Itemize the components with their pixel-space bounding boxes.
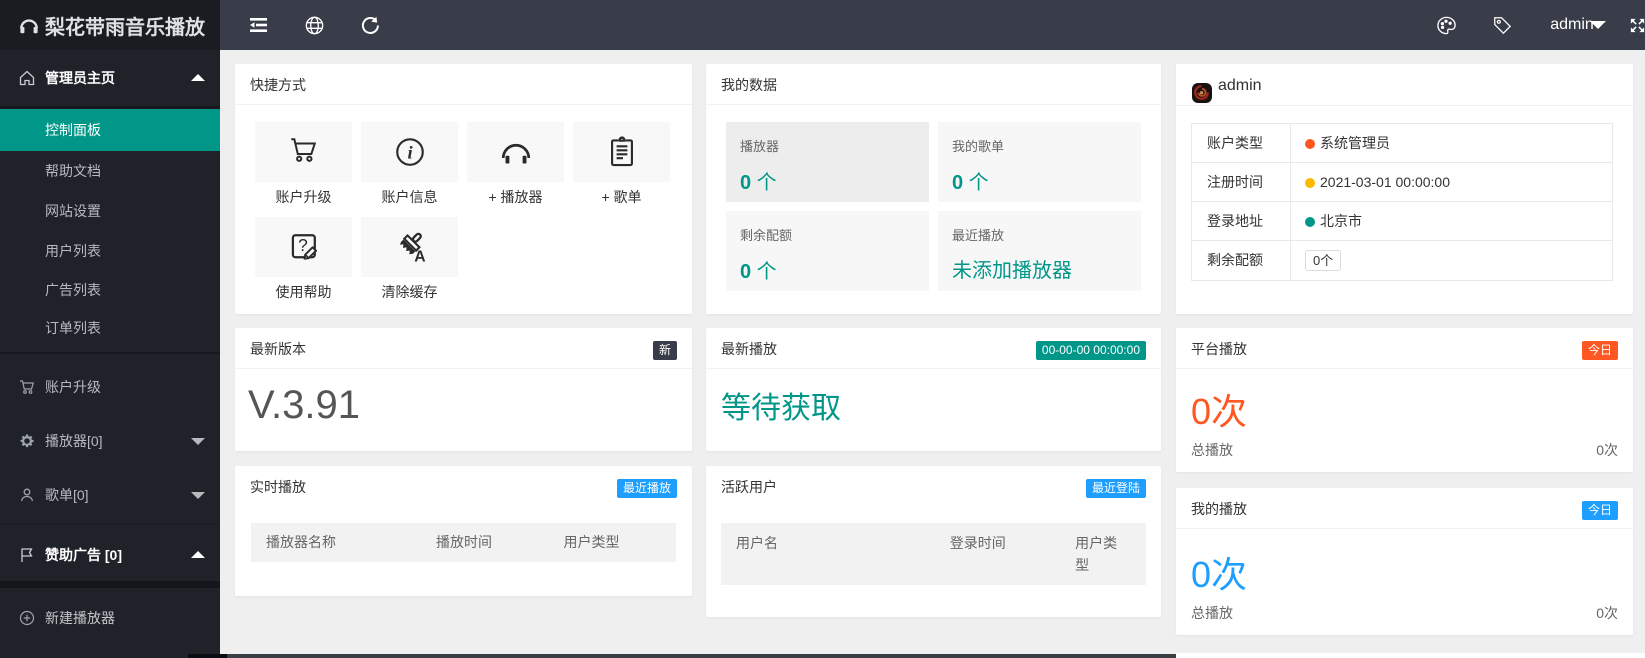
svg-text:i: i xyxy=(407,142,413,162)
svg-text:A: A xyxy=(414,249,425,265)
